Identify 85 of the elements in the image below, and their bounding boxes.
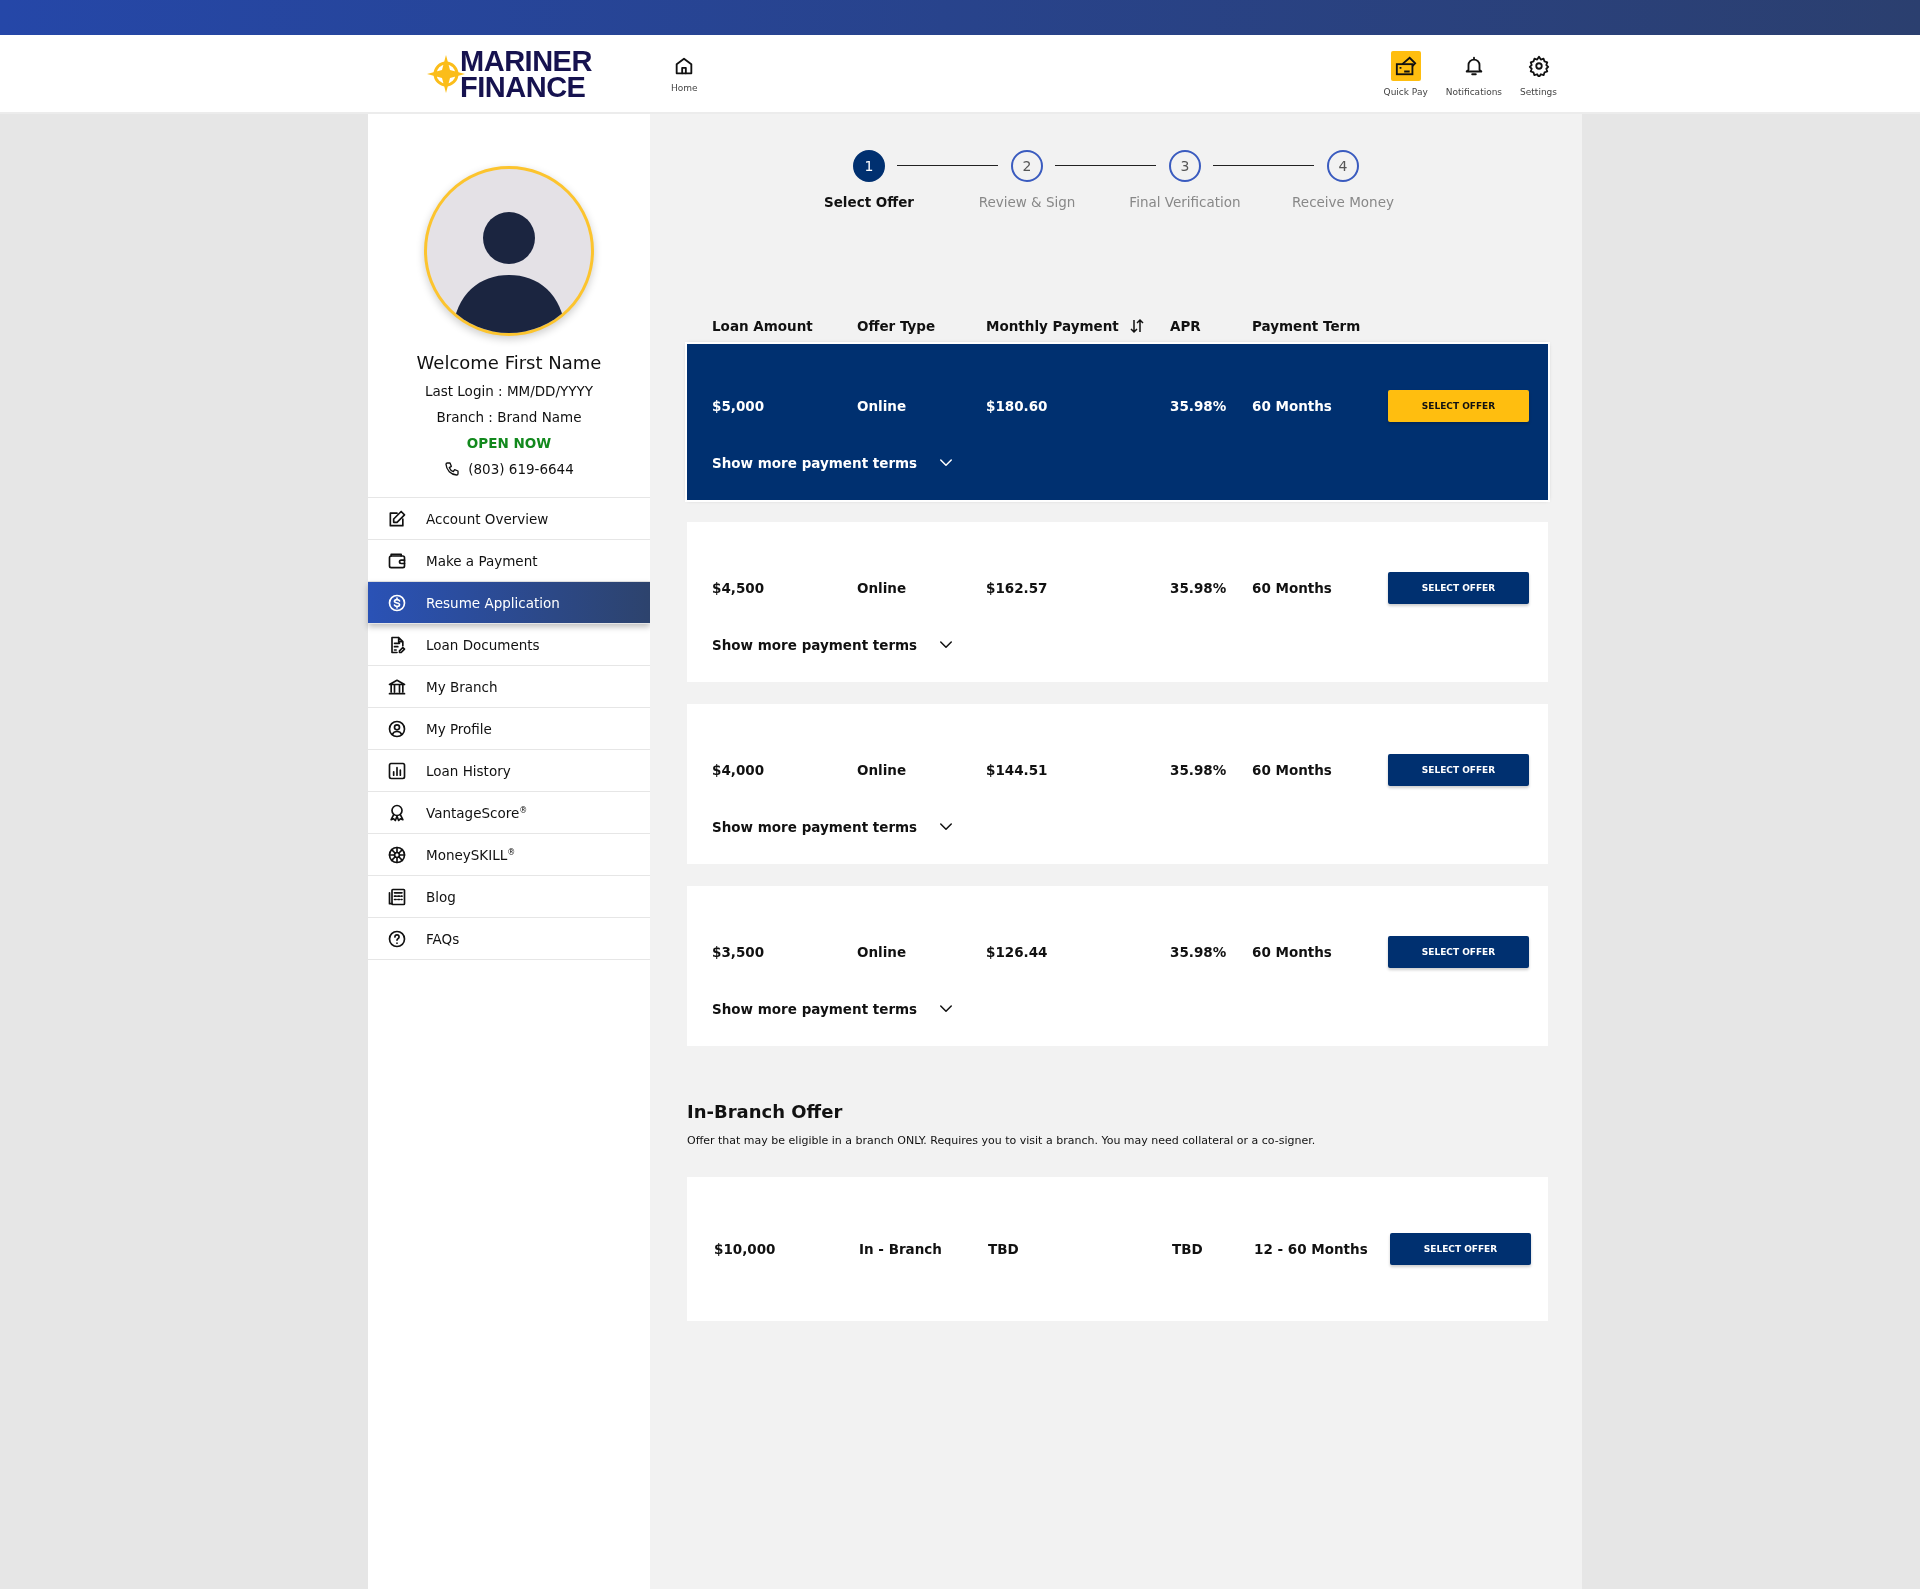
home-nav[interactable]: Home <box>671 54 698 93</box>
welcome-text: Welcome First Name <box>416 352 602 373</box>
dollar-circle-icon <box>387 592 407 613</box>
header-action[interactable]: Quick Pay <box>1383 50 1428 97</box>
sidebar-item[interactable]: VantageScore$^{®}$ <box>368 792 650 834</box>
step-number: 4 <box>1327 150 1359 182</box>
payment-term: 60 Months <box>1252 580 1333 596</box>
payment-term: 60 Months <box>1252 762 1333 778</box>
sidebar-item[interactable]: MoneySKILL$^{®}$ <box>368 834 650 876</box>
phone-number: (803) 619-6644 <box>468 461 574 477</box>
branch-text: Branch : Brand Name <box>436 409 582 425</box>
select-offer-button[interactable]: SELECT OFFER <box>1388 754 1529 786</box>
loan-amount: $10,000 <box>714 1241 777 1257</box>
payment-term: 60 Months <box>1252 944 1333 960</box>
monthly-payment: $126.44 <box>986 944 1049 960</box>
monthly-payment: $144.51 <box>986 762 1049 778</box>
step-label: Review & Sign <box>978 194 1076 210</box>
step-label: Receive Money <box>1292 194 1394 210</box>
sidebar-item[interactable]: Blog <box>368 876 650 918</box>
phone-icon <box>444 461 461 477</box>
sidebar-item[interactable]: Loan History <box>368 750 650 792</box>
column-header: APR <box>1170 318 1202 334</box>
monthly-payment: $162.57 <box>986 580 1049 596</box>
last-login-text: Last Login : MM/DD/YYYY <box>424 383 594 399</box>
section-description: Offer that may be eligible in a branch ONLY. Requires you to visit a branch. You may need collateral or a co-signer. <box>687 1134 1317 1147</box>
select-offer-button[interactable]: SELECT OFFER <box>1388 572 1529 604</box>
step-label: Final Verification <box>1129 194 1241 210</box>
award-icon <box>387 802 407 823</box>
loan-amount: $4,000 <box>712 762 766 778</box>
apr: 35.98% <box>1170 944 1228 960</box>
sort-icon[interactable] <box>1128 318 1145 334</box>
sidebar-item[interactable]: My Profile <box>368 708 650 750</box>
select-offer-button[interactable]: SELECT OFFER <box>1388 936 1529 968</box>
bar-chart-icon <box>387 760 407 781</box>
offer-card[interactable]: $10,000 In - Branch TBD TBD 12 - 60 Months SELECT OFFER <box>687 1177 1548 1321</box>
step-number: 2 <box>1011 150 1043 182</box>
monthly-payment: $180.60 <box>986 398 1049 414</box>
show-more-link[interactable]: Show more payment terms <box>712 1000 956 1018</box>
show-more-link[interactable]: Show more payment terms <box>712 636 956 654</box>
settings-icon <box>1527 54 1550 77</box>
offer-card[interactable]: $5,000 Online $180.60 35.98% 60 Months SELECT OFFER Show more payment terms <box>687 344 1548 500</box>
payment-term: 60 Months <box>1252 398 1333 414</box>
select-offer-button[interactable]: SELECT OFFER <box>1388 390 1529 422</box>
help-icon <box>387 928 407 949</box>
step-number: 3 <box>1169 150 1201 182</box>
offer-card[interactable]: $4,000 Online $144.51 35.98% 60 Months SELECT OFFER Show more payment terms <box>687 704 1548 864</box>
apr: 35.98% <box>1170 580 1228 596</box>
show-more-link[interactable]: Show more payment terms <box>712 818 956 836</box>
apr: 35.98% <box>1170 398 1228 414</box>
loan-amount: $3,500 <box>712 944 766 960</box>
step-number: 1 <box>853 150 885 182</box>
column-header: Payment Term <box>1252 318 1362 334</box>
payment-term: 12 - 60 Months <box>1254 1241 1369 1257</box>
select-offer-button[interactable]: SELECT OFFER <box>1390 1233 1531 1265</box>
user-circle-icon <box>387 718 407 739</box>
sidebar-item[interactable]: FAQs <box>368 918 650 960</box>
header-action[interactable]: Notifications <box>1445 50 1503 97</box>
sidebar-item[interactable]: My Branch <box>368 666 650 708</box>
sidebar-item[interactable]: Account Overview <box>368 498 650 540</box>
logo-text: MARINER FINANCE <box>460 47 592 100</box>
offer-card[interactable]: $4,500 Online $162.57 35.98% 60 Months SELECT OFFER Show more payment terms <box>687 522 1548 682</box>
offer-type: In - Branch <box>859 1241 943 1257</box>
sidebar-item[interactable]: Loan Documents <box>368 624 650 666</box>
card-icon <box>1390 50 1421 81</box>
header-action[interactable]: Settings <box>1520 50 1557 97</box>
section-title: In-Branch Offer <box>687 1101 844 1122</box>
column-header: Offer Type <box>857 318 937 334</box>
column-header: Loan Amount <box>712 318 814 334</box>
offer-type: Online <box>857 580 908 596</box>
show-more-link[interactable]: Show more payment terms <box>712 454 956 472</box>
column-header: Monthly Payment <box>986 318 1119 334</box>
offer-type: Online <box>857 944 908 960</box>
offer-type: Online <box>857 762 908 778</box>
wheel-icon <box>387 844 407 865</box>
sidebar-item[interactable]: Resume Application <box>368 582 650 624</box>
loan-amount: $5,000 <box>712 398 766 414</box>
open-status: OPEN NOW <box>466 435 552 451</box>
apr: 35.98% <box>1170 762 1228 778</box>
edit-icon <box>387 508 407 529</box>
offer-type: Online <box>857 398 908 414</box>
step-label: Select Offer <box>823 194 914 210</box>
offer-card[interactable]: $3,500 Online $126.44 35.98% 60 Months SELECT OFFER Show more payment terms <box>687 886 1548 1046</box>
loan-amount: $4,500 <box>712 580 766 596</box>
monthly-payment: TBD <box>988 1241 1020 1257</box>
apr: TBD <box>1172 1241 1204 1257</box>
